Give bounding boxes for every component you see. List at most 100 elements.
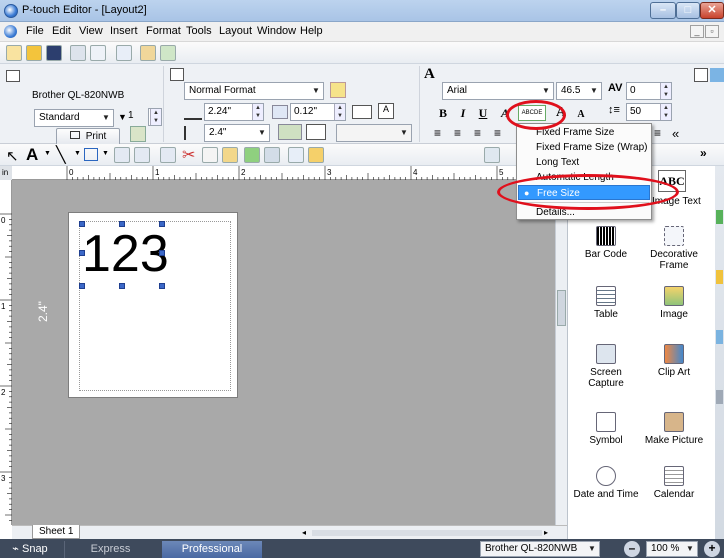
barcode-item[interactable]: Bar Code <box>572 226 640 260</box>
chevron-down-icon[interactable]: ▼ <box>44 150 51 157</box>
menu-tools[interactable]: Tools <box>182 25 216 37</box>
char-spacing-field[interactable]: 0 ▲ ▼ <box>626 82 672 100</box>
cut-line-icon[interactable] <box>306 124 326 140</box>
scroll-thumb[interactable] <box>557 290 566 326</box>
properties-icon[interactable] <box>288 147 304 163</box>
print-icon[interactable] <box>70 45 86 61</box>
tab-icon-gray[interactable] <box>716 390 723 404</box>
menu-edit[interactable]: Edit <box>48 25 75 37</box>
menu-window[interactable]: Window <box>253 25 300 37</box>
sheet-tab[interactable]: Sheet 1 <box>32 525 81 539</box>
resize-handle[interactable] <box>159 221 165 227</box>
open-folder-icon[interactable] <box>26 45 42 61</box>
bold-button[interactable]: B <box>434 104 452 122</box>
side-tab-strip[interactable] <box>715 166 724 539</box>
redo-icon[interactable] <box>264 147 280 163</box>
text-tool-icon[interactable]: A <box>26 145 38 165</box>
menu-help[interactable]: Help <box>296 25 327 37</box>
save-icon[interactable] <box>46 45 62 61</box>
transfer-icon[interactable] <box>140 45 156 61</box>
resize-handle[interactable] <box>119 221 125 227</box>
screen-capture-item[interactable]: Screen Capture <box>572 344 640 389</box>
clip-art-item[interactable]: Clip Art <box>640 344 708 378</box>
make-picture-item[interactable]: Make Picture <box>640 412 708 446</box>
copies-stepper[interactable]: ▲ ▼ <box>148 108 162 126</box>
align-right-icon[interactable]: ≡ <box>474 126 481 140</box>
document-icon[interactable] <box>4 25 17 38</box>
length-field[interactable]: 2.24" ▲ ▼ <box>204 103 264 121</box>
date-time-item[interactable]: Date and Time <box>572 466 640 500</box>
background-color-icon[interactable] <box>330 82 346 98</box>
database-icon[interactable] <box>116 45 132 61</box>
menu-file[interactable]: File <box>22 25 48 37</box>
rectangle-tool-icon[interactable] <box>84 148 98 161</box>
table-item[interactable]: Table <box>572 286 640 320</box>
underline-button[interactable]: U <box>474 104 492 122</box>
close-button[interactable]: ✕ <box>700 2 724 19</box>
font-select[interactable]: Arial ▼ <box>442 82 554 100</box>
dropdown-item-fixed-frame-wrap[interactable]: Fixed Frame Size (Wrap) <box>518 140 650 155</box>
mdi-restore-button[interactable]: ▫ <box>705 25 719 38</box>
decorative-frame-item[interactable]: Decorative Frame <box>640 226 708 271</box>
shrink-font-button[interactable]: A <box>572 106 590 124</box>
text-object[interactable]: 123 <box>82 224 169 284</box>
new-icon[interactable] <box>6 45 22 61</box>
professional-mode-tab[interactable]: Professional <box>162 541 262 558</box>
margin-field[interactable]: 0.12" ▲ ▼ <box>290 103 346 121</box>
select-arrow-icon[interactable]: ↖ <box>6 147 19 165</box>
width-select[interactable]: 2.4" ▼ <box>204 124 270 142</box>
zoom-select[interactable]: 100 % ▼ <box>646 541 698 557</box>
align-justify-icon[interactable]: ≡ <box>494 126 501 140</box>
orientation-icon[interactable] <box>352 105 372 119</box>
object-panel-icon[interactable] <box>710 68 724 82</box>
tab-icon-blue[interactable] <box>716 330 723 344</box>
resize-handle[interactable] <box>79 250 85 256</box>
resize-handle[interactable] <box>119 283 125 289</box>
layout-icon[interactable] <box>160 45 176 61</box>
paste-icon[interactable] <box>222 147 238 163</box>
italic-button[interactable]: I <box>454 104 472 122</box>
font-size-select[interactable]: 46.5 ▼ <box>556 82 602 100</box>
expand-side-panel-button[interactable]: » <box>700 146 707 160</box>
print-options-icon[interactable] <box>130 126 146 142</box>
tape-select[interactable]: ▼ <box>336 124 412 142</box>
database-tool-icon[interactable] <box>308 147 324 163</box>
print-tool-icon[interactable] <box>160 147 176 163</box>
align-left-icon[interactable]: ≡ <box>434 126 441 140</box>
barcode-tool-icon[interactable] <box>134 147 150 163</box>
scroll-right-icon[interactable]: ▸ <box>544 528 548 537</box>
text-frame-icon[interactable]: A <box>378 103 394 119</box>
undo-icon[interactable] <box>244 147 260 163</box>
layout-panel-icon[interactable] <box>694 68 708 82</box>
maximize-button[interactable]: □ <box>676 2 700 19</box>
mdi-minimize-button[interactable]: _ <box>690 25 704 38</box>
chevron-down-icon[interactable]: ▼ <box>74 150 81 157</box>
resize-handle[interactable] <box>159 250 165 256</box>
resize-handle[interactable] <box>79 283 85 289</box>
text-vertical-icon[interactable]: ≡ <box>654 126 661 140</box>
horizontal-scrollbar[interactable] <box>312 530 542 536</box>
mode-select[interactable]: Standard ▼ <box>34 109 114 127</box>
menu-format[interactable]: Format <box>142 25 185 37</box>
image-item[interactable]: Image <box>640 286 708 320</box>
collapse-panel-button[interactable]: « <box>672 126 679 141</box>
express-mode-tab[interactable]: Express <box>64 541 156 558</box>
menu-view[interactable]: View <box>75 25 107 37</box>
menu-insert[interactable]: Insert <box>106 25 142 37</box>
resize-handle[interactable] <box>159 283 165 289</box>
printer-status-select[interactable]: Brother QL-820NWB ▼ <box>480 541 600 557</box>
zoom-in-icon[interactable]: + <box>704 541 720 557</box>
cut-option-icon[interactable] <box>278 124 302 140</box>
snap-toggle[interactable]: ⌁ Snap <box>4 541 56 558</box>
format-select[interactable]: Normal Format ▼ <box>184 82 324 100</box>
dropdown-item-long-text[interactable]: Long Text <box>518 155 650 170</box>
align-center-icon[interactable]: ≡ <box>454 126 461 140</box>
tab-icon-green[interactable] <box>716 210 723 224</box>
copies-down-icon[interactable]: ▼ <box>118 112 127 122</box>
zoom-out-icon[interactable]: – <box>624 541 640 557</box>
symbol-item[interactable]: Symbol <box>572 412 640 446</box>
line-spacing-field[interactable]: 50 ▲ ▼ <box>626 103 672 121</box>
minimize-button[interactable]: – <box>650 2 676 19</box>
cut-icon[interactable]: ✂ <box>182 145 195 165</box>
vertical-scrollbar[interactable] <box>555 180 567 525</box>
